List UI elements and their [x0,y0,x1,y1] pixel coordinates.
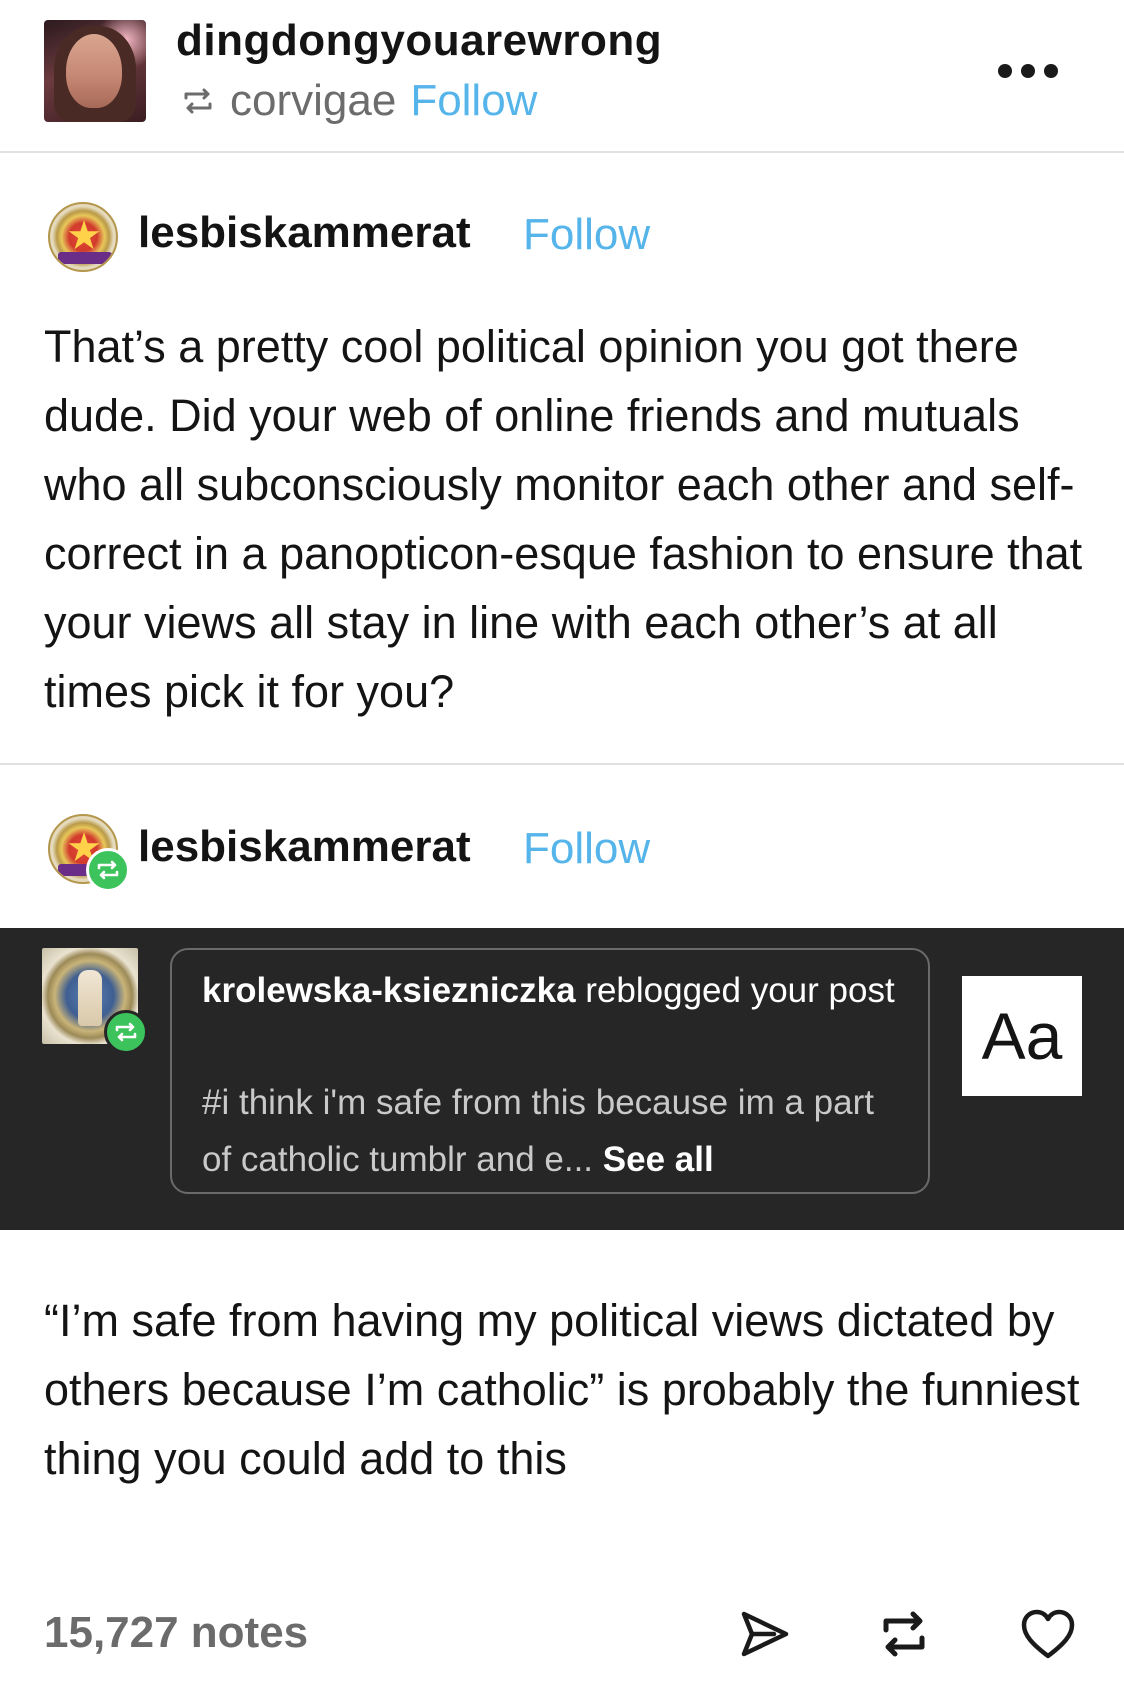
see-all-link: See all [602,1140,714,1179]
embedded-screenshot: krolewska-ksiezniczka reblogged your pos… [0,928,1124,1230]
more-horizontal-icon[interactable] [998,62,1058,80]
reblog-badge-icon [86,848,130,892]
notification-title: krolewska-ksiezniczka reblogged your pos… [202,964,902,1018]
notification-tags: #i think i'm safe from this because im a… [202,1074,912,1188]
send-icon[interactable] [734,1604,794,1664]
post-text: “I’m safe from having my political views… [44,1295,1080,1484]
user-avatar[interactable]: ★ [48,202,118,272]
reblog-badge-icon [104,1010,148,1054]
divider [0,763,1124,765]
text-size-icon: Aa [962,976,1082,1096]
reblog-source: corvigae Follow [180,74,537,128]
notification-username: krolewska-ksiezniczka [202,971,576,1010]
follow-link-header[interactable]: Follow [410,76,537,126]
tags-text: #i think i'm safe from this because im a… [202,1083,874,1179]
notification-action: reblogged your post [575,971,895,1010]
blog-avatar[interactable] [44,20,146,122]
reblog-icon[interactable] [874,1604,934,1664]
post-username[interactable]: lesbiskammerat [138,208,471,258]
notes-count[interactable]: 15,727 notes [44,1608,308,1658]
post-username[interactable]: lesbiskammerat [138,822,471,872]
heart-icon[interactable] [1018,1604,1078,1664]
reblog-icon [184,88,212,114]
post-header: dingdongyouarewrong corvigae Follow [0,0,1124,152]
notification-card: krolewska-ksiezniczka reblogged your pos… [170,948,930,1194]
reblogged-from-name[interactable]: corvigae [230,76,396,126]
blog-name[interactable]: dingdongyouarewrong [176,16,662,66]
divider [0,151,1124,153]
follow-link[interactable]: Follow [523,210,650,260]
post-text: That’s a pretty cool political opinion y… [44,321,1083,717]
follow-link[interactable]: Follow [523,824,650,874]
